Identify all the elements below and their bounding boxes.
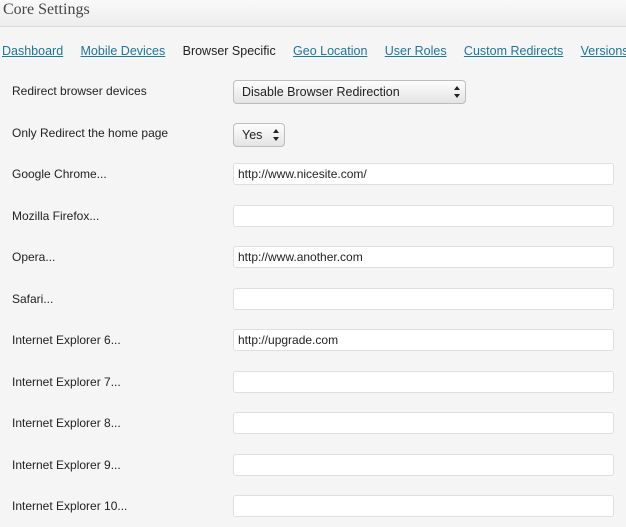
home-only-label: Only Redirect the home page xyxy=(12,125,169,140)
tab-browser-specific[interactable]: Browser Specific xyxy=(183,44,276,58)
browser-row-ie6: Internet Explorer 6... xyxy=(0,319,626,361)
select-arrows-icon xyxy=(454,86,460,98)
page-header: Core Settings xyxy=(0,0,626,27)
browser-row-ie10: Internet Explorer 10... xyxy=(0,485,626,527)
browser-label: Internet Explorer 10... xyxy=(12,499,128,513)
tab-geo-location[interactable]: Geo Location xyxy=(293,44,367,58)
redirect-browser-select[interactable]: Disable Browser Redirection xyxy=(233,80,466,104)
tab-mobile-devices[interactable]: Mobile Devices xyxy=(81,44,166,58)
tab-user-roles[interactable]: User Roles xyxy=(385,44,447,58)
browser-label: Opera... xyxy=(12,250,56,264)
browser-row-chrome: Google Chrome... xyxy=(0,153,626,195)
setting-row-redirect-browser: Redirect browser devices Disable Browser… xyxy=(0,70,626,112)
browser-row-ie8: Internet Explorer 8... xyxy=(0,402,626,444)
browser-label: Google Chrome... xyxy=(12,167,107,181)
browser-label: Internet Explorer 8... xyxy=(12,416,121,430)
tab-custom-redirects[interactable]: Custom Redirects xyxy=(464,44,563,58)
redirect-browser-select-value: Disable Browser Redirection xyxy=(242,85,400,99)
ie8-url-input[interactable] xyxy=(233,412,614,434)
chrome-url-input[interactable] xyxy=(233,163,614,185)
select-arrows-icon xyxy=(273,128,279,141)
home-only-select-value: Yes xyxy=(242,127,263,142)
browser-row-ie9: Internet Explorer 9... xyxy=(0,444,626,486)
browser-row-ie7: Internet Explorer 7... xyxy=(0,361,626,403)
browser-row-firefox: Mozilla Firefox... xyxy=(0,195,626,237)
ie6-url-input[interactable] xyxy=(233,329,614,351)
settings-form: Redirect browser devices Disable Browser… xyxy=(0,70,626,527)
browser-label: Safari... xyxy=(12,291,54,306)
home-only-select[interactable]: Yes xyxy=(233,122,285,147)
browser-label: Internet Explorer 6... xyxy=(12,333,121,347)
ie10-url-input[interactable] xyxy=(233,495,614,517)
safari-url-input[interactable] xyxy=(233,287,614,310)
browser-label: Internet Explorer 9... xyxy=(12,457,121,472)
browser-label: Mozilla Firefox... xyxy=(12,208,100,223)
tab-dashboard[interactable]: Dashboard xyxy=(2,44,63,58)
ie9-url-input[interactable] xyxy=(233,453,614,476)
browser-row-opera: Opera... xyxy=(0,236,626,278)
tab-versions[interactable]: Versions xyxy=(581,44,626,58)
redirect-browser-label: Redirect browser devices xyxy=(12,84,147,98)
browser-label: Internet Explorer 7... xyxy=(12,374,121,389)
page-title: Core Settings xyxy=(3,1,90,18)
opera-url-input[interactable] xyxy=(233,246,614,268)
ie7-url-input[interactable] xyxy=(233,370,614,393)
browser-row-safari: Safari... xyxy=(0,278,626,320)
setting-row-home-only: Only Redirect the home page Yes xyxy=(0,112,626,154)
tab-bar: Dashboard Mobile Devices Browser Specifi… xyxy=(2,44,626,60)
firefox-url-input[interactable] xyxy=(233,204,614,227)
